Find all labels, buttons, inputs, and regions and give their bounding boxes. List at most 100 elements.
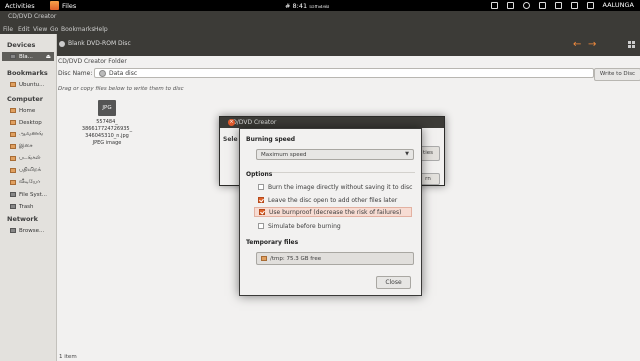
- write-to-disc-button[interactable]: Write to Disc: [594, 68, 640, 81]
- sidebar-heading-network: Network: [7, 215, 38, 223]
- sidebar-item-label: படங்கள்: [19, 155, 41, 161]
- mail-icon[interactable]: [586, 1, 594, 9]
- sidebar-item-documents[interactable]: ஆவணங்: [10, 130, 54, 139]
- menu-file[interactable]: File: [3, 26, 13, 33]
- top-panel: Activities Files # 8:41 மாலை AALUNGA: [0, 0, 640, 11]
- burning-speed-heading: Burning speed: [246, 136, 296, 143]
- dialog-title: CD/DVD Creator: [228, 119, 277, 126]
- temp-files-heading: Temporary files: [246, 239, 299, 246]
- file-item[interactable]: JPG 557484_ 386617724726935_ 346045310_n…: [67, 100, 147, 147]
- sidebar-item-trash[interactable]: Trash: [10, 202, 54, 211]
- sidebar-heading-devices: Devices: [7, 41, 36, 49]
- grid-view-icon[interactable]: [628, 41, 635, 48]
- menu-view[interactable]: View: [33, 26, 47, 33]
- sidebar-item-label: File Syst...: [19, 191, 47, 198]
- option-burnproof[interactable]: Use burnproof (decrease the risk of fail…: [254, 207, 412, 217]
- sidebar-item-home[interactable]: Home: [10, 106, 54, 115]
- sidebar-item-label: ஆவணங்: [19, 131, 44, 137]
- close-icon[interactable]: ×: [228, 119, 235, 126]
- disc-name-value: Data disc: [109, 69, 138, 77]
- network-icon: [10, 228, 16, 233]
- sidebar-item-label: Home: [19, 107, 36, 114]
- menu-bookmarks[interactable]: Bookmarks: [61, 26, 95, 33]
- menu-go[interactable]: Go: [50, 26, 58, 33]
- toolbar: Blank DVD-ROM Disc ← →: [57, 34, 640, 56]
- activities-button[interactable]: Activities: [5, 2, 35, 10]
- folder-info-bar: CD/DVD Creator Folder: [57, 56, 640, 66]
- volume-icon[interactable]: [554, 1, 562, 9]
- checkbox[interactable]: [258, 223, 264, 229]
- sidebar-item-label: Desktop: [19, 119, 42, 126]
- sidebar-item-ubuntu[interactable]: Ubuntu...: [10, 80, 54, 89]
- disc-icon: [10, 54, 16, 59]
- menu-edit[interactable]: Edit: [18, 26, 30, 33]
- back-arrow-icon[interactable]: ←: [573, 39, 581, 50]
- sidebar-item-disc[interactable]: Bla... ⏏: [2, 52, 54, 61]
- keyboard-icon[interactable]: [506, 1, 514, 9]
- menu-bar: File Edit View Go Bookmarks Help: [0, 22, 640, 34]
- pictures-icon: [10, 156, 16, 161]
- option-label: Leave the disc open to add other files l…: [268, 196, 398, 204]
- speed-value: Maximum speed: [261, 152, 307, 158]
- music-icon: [10, 144, 16, 149]
- app-menu[interactable]: Files: [50, 0, 76, 11]
- option-label: Simulate before burning: [268, 222, 341, 230]
- sidebar-item-label: Ubuntu...: [19, 81, 45, 88]
- window-title: CD/DVD Creator: [8, 13, 57, 20]
- checkbox-checked[interactable]: [258, 197, 264, 203]
- sidebar-item-desktop[interactable]: Desktop: [10, 118, 54, 127]
- sidebar-item-pictures[interactable]: படங்கள்: [10, 154, 54, 163]
- eject-icon[interactable]: ⏏: [46, 54, 51, 60]
- file-name-line: 346045310_n.jpg: [85, 133, 129, 139]
- network-icon[interactable]: [538, 1, 546, 9]
- checkbox-checked[interactable]: [259, 209, 265, 215]
- option-leave-open[interactable]: Leave the disc open to add other files l…: [258, 195, 416, 205]
- sidebar-item-label: Browse...: [19, 227, 45, 234]
- disc-icon: [59, 40, 65, 47]
- jpg-file-icon: JPG: [98, 100, 116, 116]
- temp-folder-chooser[interactable]: /tmp: 75.3 GB free: [256, 252, 414, 265]
- sidebar-item-videos[interactable]: வீடியோ: [10, 178, 54, 187]
- battery-icon[interactable]: [570, 1, 578, 9]
- menu-help[interactable]: Help: [94, 26, 108, 33]
- home-icon: [10, 108, 16, 113]
- folder-title: CD/DVD Creator Folder: [58, 58, 127, 65]
- close-button[interactable]: Close: [376, 276, 411, 289]
- option-simulate[interactable]: Simulate before burning: [258, 221, 416, 231]
- options-heading: Options: [246, 171, 273, 178]
- dropdown-arrow-icon: ▼: [405, 151, 409, 157]
- sidebar-item-downloads[interactable]: பதிவிறக்: [10, 166, 54, 175]
- downloads-icon: [10, 168, 16, 173]
- option-label: Use burnproof (decrease the risk of fail…: [269, 208, 402, 216]
- location-tab[interactable]: Blank DVD-ROM Disc: [59, 40, 131, 47]
- window-indicator-icon[interactable]: [490, 1, 498, 9]
- file-name-line: 557484_: [96, 119, 118, 125]
- disc-name-label: Disc Name:: [58, 70, 93, 77]
- clock-prefix: #: [285, 2, 291, 10]
- speed-select[interactable]: Maximum speed ▼: [256, 149, 414, 160]
- app-name: Files: [62, 1, 77, 10]
- bluetooth-icon[interactable]: [522, 1, 530, 9]
- sidebar-heading-computer: Computer: [7, 95, 44, 103]
- folder-icon: [261, 256, 267, 261]
- disc-name-row: Disc Name: Data disc Write to Disc: [57, 67, 640, 81]
- option-label: Burn the image directly without saving i…: [268, 183, 413, 191]
- clock[interactable]: # 8:41 மாலை: [285, 2, 329, 11]
- user-name[interactable]: AALUNGA: [603, 1, 634, 9]
- harddisk-icon: [10, 192, 16, 197]
- checkbox[interactable]: [258, 184, 264, 190]
- desktop-icon: [10, 120, 16, 125]
- sidebar-item-filesystem[interactable]: File Syst...: [10, 190, 54, 199]
- trash-icon: [10, 204, 16, 209]
- burn-properties-dialog: Burning speed Maximum speed ▼ Options Bu…: [239, 128, 422, 296]
- select-label: Sele: [223, 136, 238, 143]
- status-bar: 1 item: [59, 354, 77, 360]
- forward-arrow-icon[interactable]: →: [588, 39, 596, 50]
- disc-name-field[interactable]: Data disc: [94, 68, 594, 78]
- file-name: 557484_ 386617724726935_ 346045310_n.jpg…: [67, 119, 147, 147]
- cd-icon: [99, 69, 106, 77]
- sidebar-item-browse-network[interactable]: Browse...: [10, 226, 54, 235]
- option-burn-directly[interactable]: Burn the image directly without saving i…: [258, 182, 416, 192]
- sidebar: Devices Bla... ⏏ Bookmarks Ubuntu... Com…: [0, 34, 57, 361]
- sidebar-item-music[interactable]: இசை: [10, 142, 54, 151]
